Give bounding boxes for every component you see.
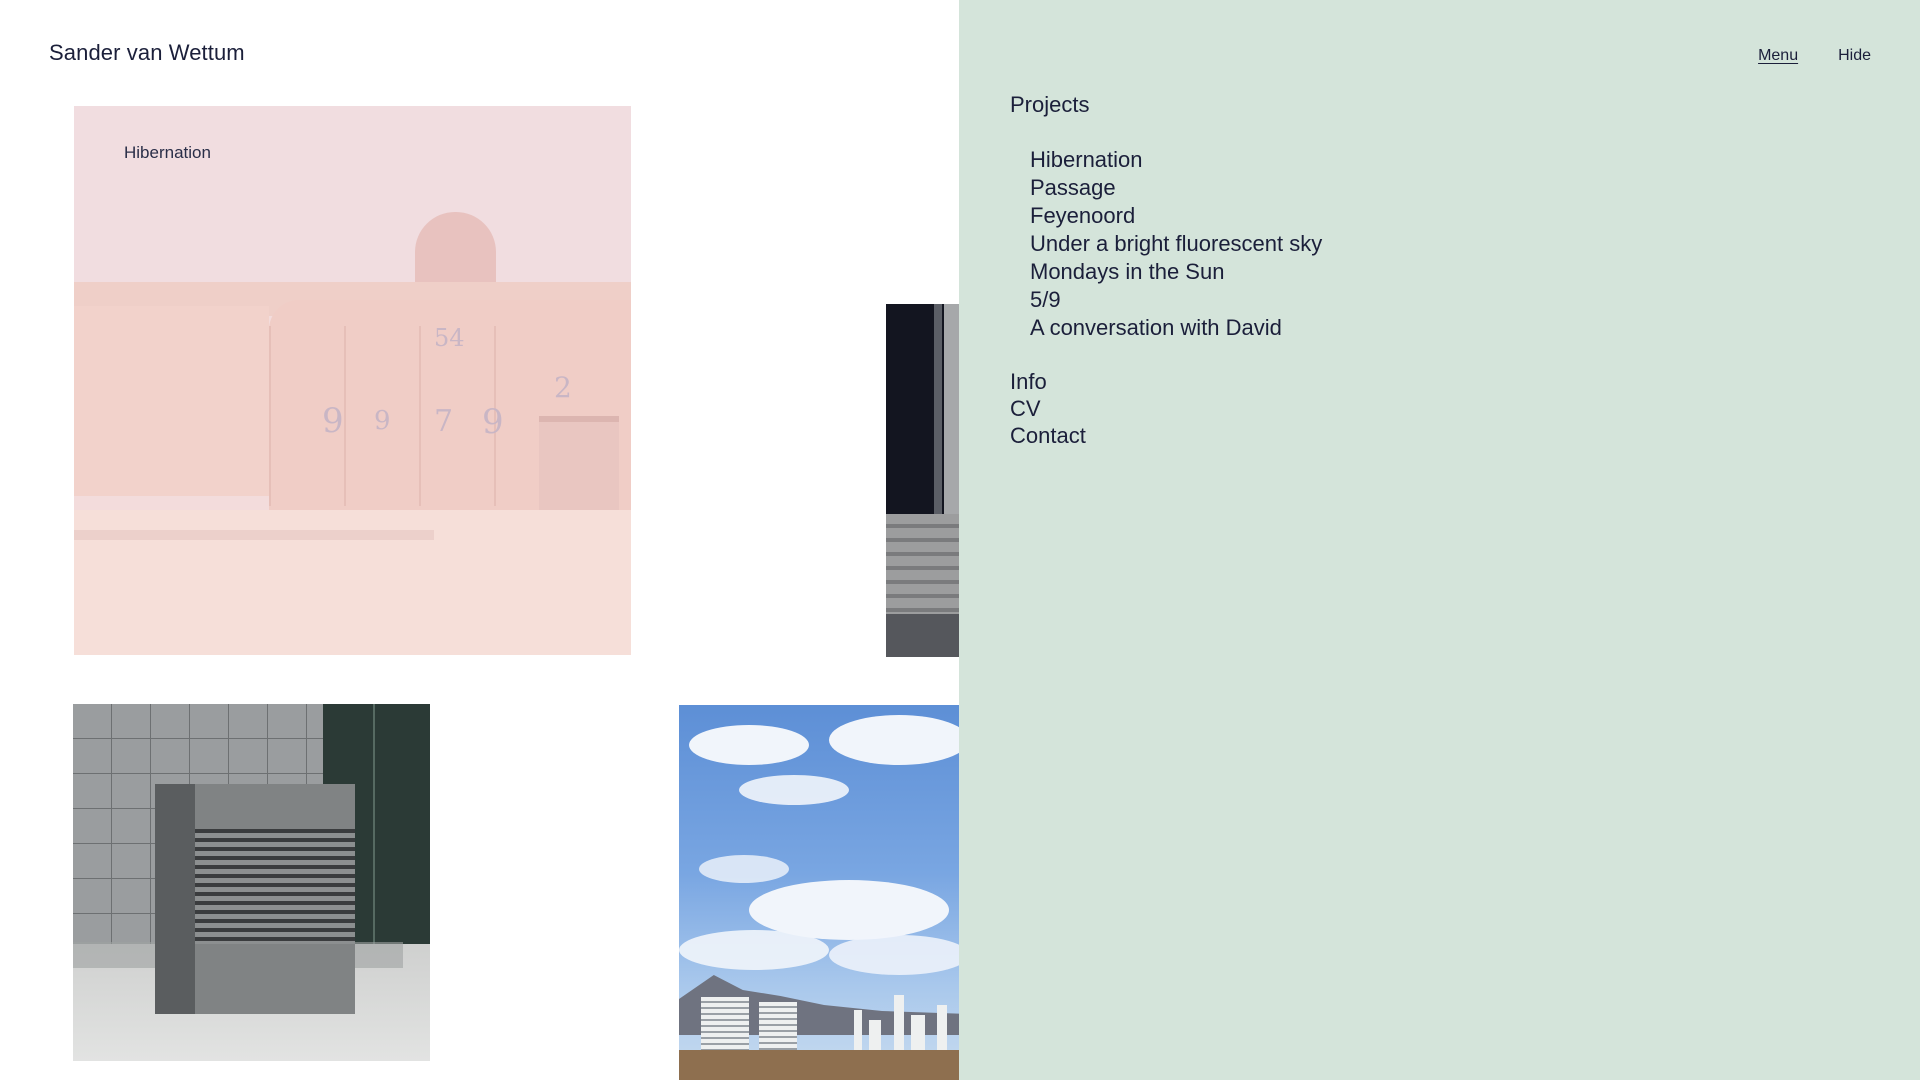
project-link-5-9[interactable]: 5/9 [1030,286,1322,314]
menu-panel: Menu Hide Projects Hibernation Passage F… [959,0,1920,1080]
nav-link-contact[interactable]: Contact [1010,422,1322,449]
menu-link[interactable]: Menu [1758,47,1798,65]
nav-link-info[interactable]: Info [1010,368,1322,395]
site-title[interactable]: Sander van Wettum [49,40,245,66]
project-tile[interactable] [886,304,966,657]
project-tile[interactable] [73,704,430,1061]
secondary-nav: Info CV Contact [1010,368,1322,449]
project-link-mondays-in-the-sun[interactable]: Mondays in the Sun [1030,258,1322,286]
projects-heading[interactable]: Projects [1010,91,1322,119]
page: Sander van Wettum 9 9 7 9 2 54 Hibernati… [0,0,1920,1080]
project-link-feyenoord[interactable]: Feyenoord [1030,202,1322,230]
project-link-hibernation[interactable]: Hibernation [1030,146,1322,174]
project-link-passage[interactable]: Passage [1030,174,1322,202]
hide-link[interactable]: Hide [1838,47,1871,65]
menu-top-links: Menu Hide [1758,47,1871,65]
tile-label: Hibernation [124,143,211,162]
project-tile[interactable] [679,705,969,1080]
project-link-a-conversation-with-david[interactable]: A conversation with David [1030,314,1322,342]
project-link-under-a-bright-fluorescent-sky[interactable]: Under a bright fluorescent sky [1030,230,1322,258]
menu-content: Projects Hibernation Passage Feyenoord U… [1010,91,1322,449]
project-tile-hibernation[interactable]: 9 9 7 9 2 54 Hibernation [74,106,631,655]
project-list: Hibernation Passage Feyenoord Under a br… [1030,146,1322,342]
nav-link-cv[interactable]: CV [1010,395,1322,422]
